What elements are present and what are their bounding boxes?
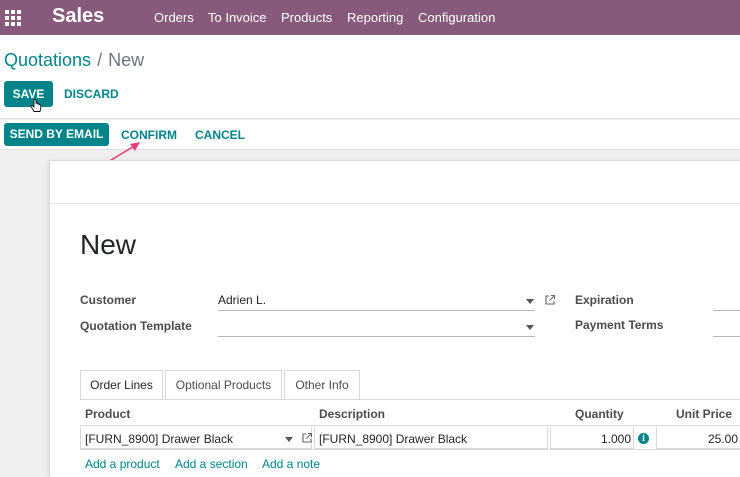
menu-orders[interactable]: Orders [154, 10, 194, 25]
product-caret-down-icon[interactable] [285, 437, 293, 442]
menu-reporting[interactable]: Reporting [347, 10, 403, 25]
add-section-link[interactable]: Add a section [175, 457, 248, 471]
save-button[interactable]: SAVE [4, 81, 53, 107]
discard-button[interactable]: DISCARD [64, 87, 119, 101]
customer-external-link-icon[interactable] [544, 294, 556, 306]
breadcrumb-separator: / [97, 50, 103, 70]
quotation-template-caret-down-icon[interactable] [526, 325, 534, 330]
hand-cursor-icon [30, 99, 42, 112]
tab-order-lines[interactable]: Order Lines [80, 370, 163, 400]
top-navbar: Sales Orders To Invoice Products Reporti… [0, 0, 740, 35]
menu-products[interactable]: Products [281, 10, 332, 25]
customer-label: Customer [80, 293, 137, 307]
column-unit-price[interactable]: Unit Price [676, 407, 732, 421]
column-quantity[interactable]: Quantity [575, 407, 624, 421]
breadcrumb-quotations[interactable]: Quotations [4, 50, 91, 70]
product-cell[interactable]: [FURN_8900] Drawer Black [85, 432, 233, 446]
form-sheet: New Customer Adrien L. Quotation Templat… [49, 160, 740, 477]
quantity-cell[interactable]: 1.000 [601, 432, 631, 446]
cancel-button[interactable]: CANCEL [195, 128, 245, 142]
app-name[interactable]: Sales [52, 5, 104, 28]
breadcrumb: Quotations / New [4, 50, 144, 71]
add-product-link[interactable]: Add a product [85, 457, 160, 471]
customer-input[interactable]: Adrien L. [218, 291, 535, 311]
breadcrumb-current: New [108, 50, 145, 70]
info-icon[interactable]: i [638, 433, 649, 444]
table-header-divider [80, 425, 740, 426]
customer-value: Adrien L. [218, 293, 267, 307]
sheet-header-divider [50, 203, 740, 204]
customer-caret-down-icon[interactable] [526, 299, 534, 304]
apps-grid-icon[interactable] [5, 10, 21, 26]
column-description[interactable]: Description [319, 407, 385, 421]
tab-optional-products[interactable]: Optional Products [165, 370, 282, 400]
add-note-link[interactable]: Add a note [262, 457, 320, 471]
description-cell[interactable]: [FURN_8900] Drawer Black [319, 432, 467, 446]
menu-configuration[interactable]: Configuration [418, 10, 495, 25]
payment-terms-label: Payment Terms [575, 318, 664, 332]
tab-other-info[interactable]: Other Info [284, 370, 360, 400]
menu-to-invoice[interactable]: To Invoice [208, 10, 267, 25]
expiration-input[interactable] [713, 291, 740, 311]
payment-terms-input[interactable] [713, 317, 740, 337]
column-product[interactable]: Product [85, 407, 130, 421]
row-divider [80, 449, 740, 450]
quotation-template-input[interactable] [218, 317, 535, 337]
unit-price-cell[interactable]: 25.00 [708, 432, 738, 446]
control-panel: Quotations / New SAVE DISCARD [0, 35, 740, 119]
send-by-email-button[interactable]: SEND BY EMAIL [4, 123, 109, 146]
record-title: New [80, 229, 137, 260]
tab-divider [80, 399, 740, 400]
quotation-template-label: Quotation Template [80, 319, 192, 333]
expiration-label: Expiration [575, 293, 634, 307]
product-external-link-icon[interactable] [301, 432, 313, 444]
